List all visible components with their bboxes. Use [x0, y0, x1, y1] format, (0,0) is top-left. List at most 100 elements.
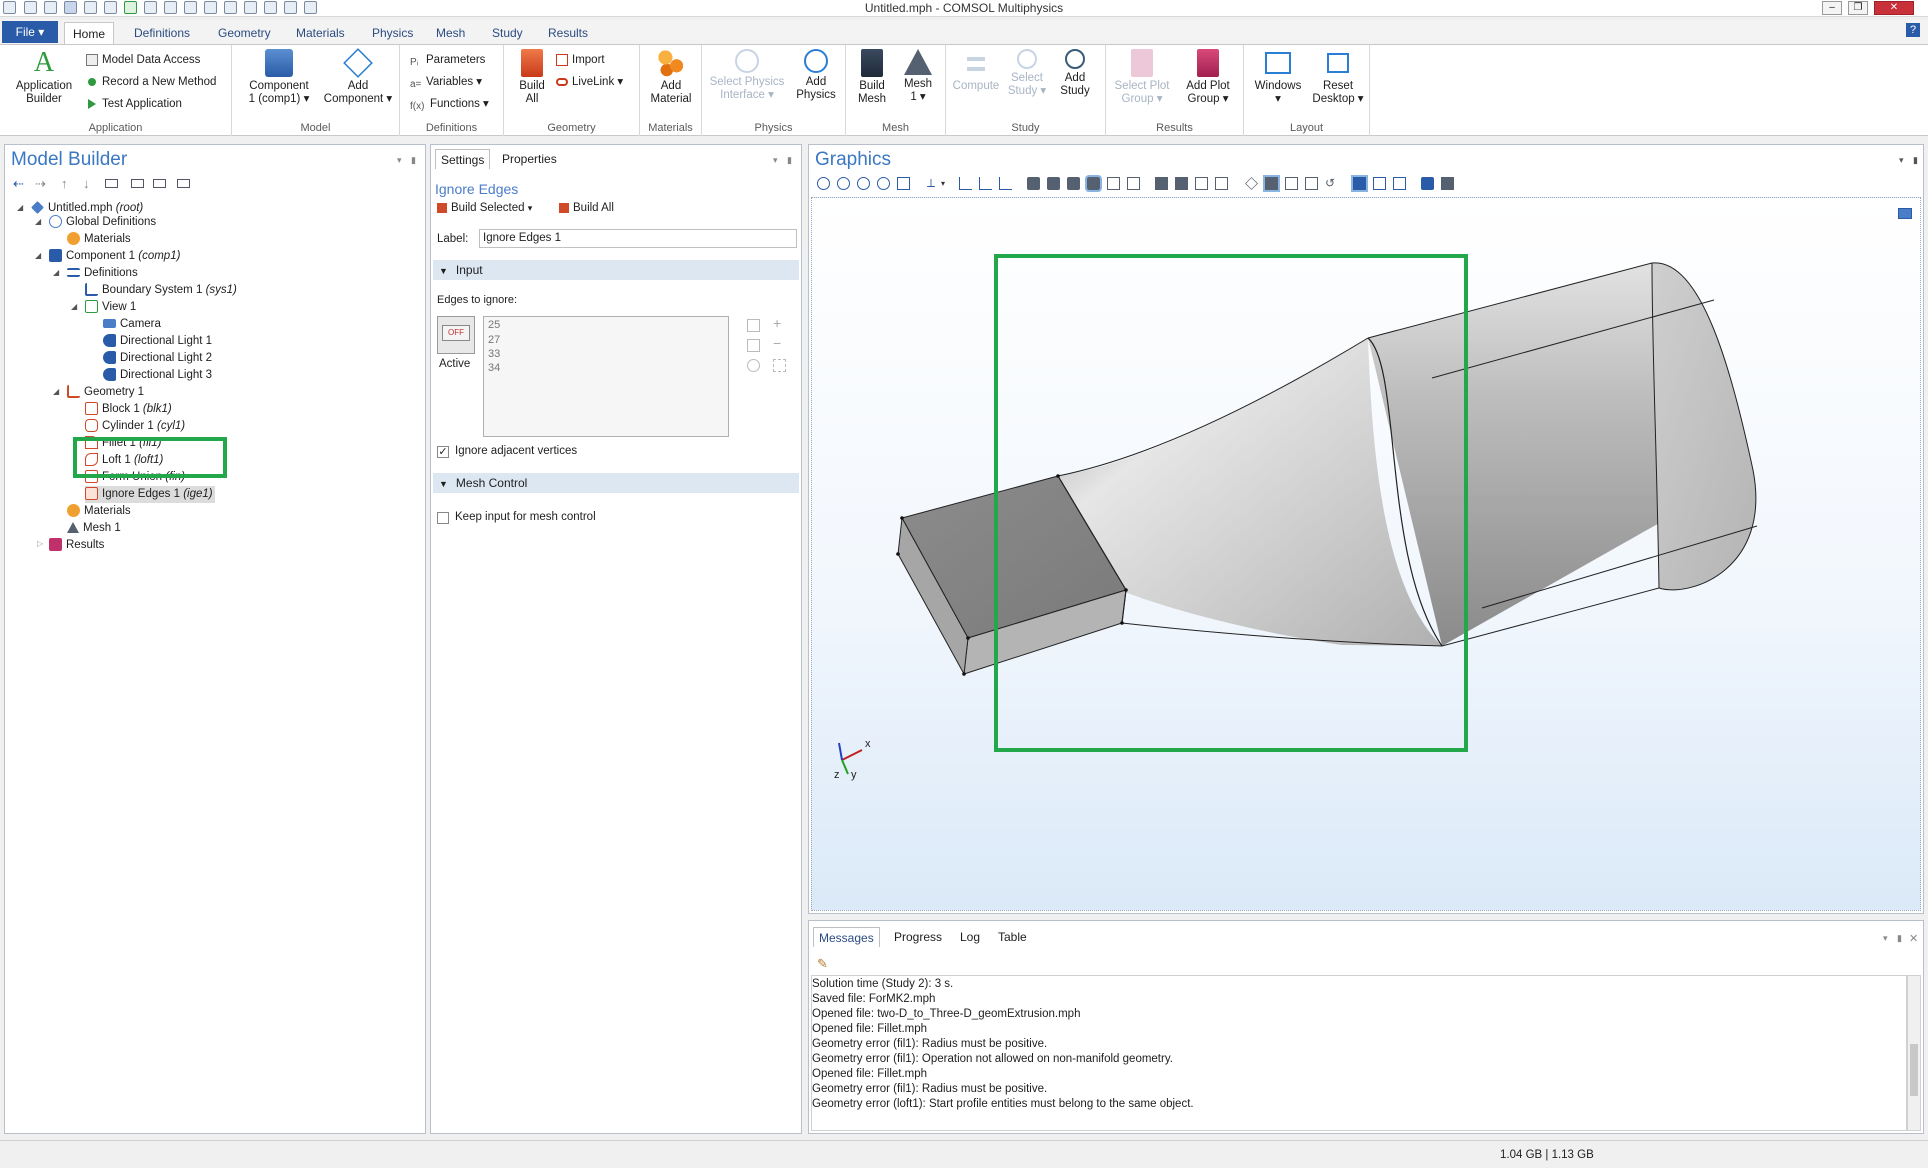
select-edges-icon[interactable] [1085, 175, 1102, 192]
tab-materials[interactable]: Materials [288, 22, 353, 44]
tree-item-light-1[interactable]: Directional Light 1 [103, 333, 212, 350]
build-selected-button[interactable]: Build Selected ▾ [437, 199, 532, 217]
expand-global-icon[interactable]: ◢ [35, 217, 41, 226]
tree-item-global-materials[interactable]: Materials [67, 231, 131, 248]
reset-view-icon[interactable]: ↺ [1325, 177, 1338, 190]
expand-results-icon[interactable]: ▷ [37, 539, 43, 548]
add-plot-group-button[interactable]: Add Plot Group ▾ [1176, 49, 1240, 106]
add-physics-button[interactable]: Add Physics [792, 49, 840, 102]
forward-arrow-icon[interactable]: ⇢ [35, 177, 48, 190]
file-menu-button[interactable]: File ▾ [2, 21, 58, 43]
zoom-selected-icon[interactable] [877, 177, 890, 190]
select-box-icon[interactable] [1215, 177, 1228, 190]
label-field[interactable]: Ignore Edges 1 [479, 229, 797, 248]
edges-list[interactable]: 25 27 33 34 [483, 316, 729, 437]
add-material-button[interactable]: Add Material [644, 49, 698, 106]
build-mesh-button[interactable]: Build Mesh [850, 49, 894, 106]
expand-geometry-icon[interactable]: ◢ [53, 387, 59, 396]
build-all-button[interactable]: Build All [510, 49, 554, 106]
expand-all-icon[interactable] [153, 179, 166, 188]
edge-item[interactable]: 25 [484, 317, 728, 333]
view-yz-icon[interactable] [979, 177, 992, 190]
zoom-box-icon[interactable] [857, 177, 870, 190]
expand-root-icon[interactable]: ◢ [17, 203, 23, 212]
clear-messages-icon[interactable]: ✎ [817, 957, 830, 970]
tree-item-light-3[interactable]: Directional Light 3 [103, 367, 212, 384]
minimize-button[interactable]: – [1822, 1, 1842, 15]
reset-hiding-icon[interactable] [1195, 177, 1208, 190]
collapse-mesh-control-icon[interactable]: ▼ [439, 479, 448, 489]
application-builder-button[interactable]: A Application Builder [8, 49, 80, 106]
grid-icon[interactable] [1305, 177, 1318, 190]
tab-home[interactable]: Home [64, 22, 115, 44]
select-plot-group-button[interactable]: Select Plot Group ▾ [1110, 49, 1174, 106]
tree-item-light-2[interactable]: Directional Light 2 [103, 350, 212, 367]
build-selected-dropdown-icon[interactable]: ▾ [528, 203, 533, 213]
zoom-out-icon[interactable] [837, 177, 850, 190]
select-domains-icon[interactable] [1047, 177, 1060, 190]
panel-menu-icon[interactable]: ▾ [773, 155, 786, 168]
tab-settings-panel[interactable]: Settings [435, 149, 491, 169]
image-snapshot-icon[interactable] [1421, 177, 1434, 190]
panel-menu-icon[interactable]: ▾ [1899, 155, 1912, 168]
panel-menu-icon[interactable]: ▾ [1883, 933, 1896, 946]
component-button[interactable]: Component 1 (comp1) ▾ [240, 49, 318, 106]
print-graphics-icon[interactable] [1441, 177, 1454, 190]
move-down-icon[interactable]: ↓ [83, 177, 96, 190]
tab-messages[interactable]: Messages [813, 927, 880, 947]
scene-light-icon[interactable] [1245, 177, 1258, 190]
tree-item-camera[interactable]: Camera [103, 316, 161, 333]
add-study-button[interactable]: Add Study [1052, 49, 1098, 98]
zoom-to-selection-icon[interactable] [747, 359, 760, 372]
graphics-canvas[interactable]: x y z [811, 197, 1921, 911]
tab-definitions[interactable]: Definitions [126, 22, 198, 44]
wireframe-icon[interactable] [1285, 177, 1298, 190]
tab-geometry[interactable]: Geometry [210, 22, 279, 44]
close-button[interactable]: ✕ [1874, 1, 1914, 15]
tree-item-cylinder[interactable]: Cylinder 1 (cyl1) [85, 418, 185, 435]
transparency-icon[interactable] [1263, 175, 1280, 192]
tree-item-geometry[interactable]: Geometry 1 [67, 384, 144, 401]
tree-item-global-definitions[interactable]: Global Definitions [49, 214, 156, 231]
clear-selection-icon[interactable] [773, 359, 786, 372]
help-button[interactable]: ? [1906, 23, 1920, 37]
add-icon[interactable]: + [773, 316, 786, 330]
move-up-icon[interactable]: ↑ [61, 177, 74, 190]
expand-view-icon[interactable]: ◢ [71, 302, 77, 311]
functions-button[interactable]: f(x) Functions ▾ [410, 95, 489, 113]
tree-item-block[interactable]: Block 1 (blk1) [85, 401, 172, 418]
clear-selection-icon[interactable] [1127, 177, 1140, 190]
copy-selection-icon[interactable] [747, 319, 760, 332]
cylinder-end-cap[interactable] [1651, 262, 1757, 591]
tab-properties-panel[interactable]: Properties [497, 149, 562, 169]
messages-scrollbar[interactable] [1907, 975, 1921, 1131]
select-physics-interface-button[interactable]: Select Physics Interface ▾ [706, 49, 788, 102]
paste-selection-icon[interactable] [747, 339, 760, 352]
zoom-in-icon[interactable] [817, 177, 830, 190]
parameters-button[interactable]: Pᵢ Parameters [410, 51, 485, 69]
edge-item[interactable]: 27 [484, 333, 728, 347]
tree-item-mesh[interactable]: Mesh 1 [67, 520, 121, 537]
tab-study[interactable]: Study [484, 22, 531, 44]
panel-menu-icon[interactable]: ▾ [397, 155, 410, 168]
select-study-button[interactable]: Select Study ▾ [1004, 49, 1050, 98]
tree-item-materials[interactable]: Materials [67, 503, 131, 520]
ignore-vertices-checkbox[interactable]: ✓ [437, 446, 449, 458]
expand-definitions-icon[interactable]: ◢ [53, 268, 59, 277]
close-panel-icon[interactable]: ✕ [1909, 932, 1922, 945]
record-method-button[interactable]: Record a New Method [86, 73, 216, 91]
tab-table[interactable]: Table [993, 927, 1032, 947]
remove-icon[interactable]: − [773, 336, 786, 350]
select-objects-icon[interactable] [1027, 177, 1040, 190]
keep-input-checkbox[interactable] [437, 512, 449, 524]
show-icon[interactable] [105, 179, 118, 188]
pin-icon[interactable]: ▮ [1913, 155, 1926, 168]
view-zx-icon[interactable] [999, 177, 1012, 190]
tree-item-ignore-edges[interactable]: Ignore Edges 1 (ige1) [85, 486, 215, 503]
input-section-header[interactable]: ▼ Input [433, 260, 799, 280]
back-arrow-icon[interactable]: ⇠ [13, 177, 26, 190]
split-view-icon[interactable] [1373, 177, 1386, 190]
mesh-1-button[interactable]: Mesh 1 ▾ [896, 49, 940, 104]
mesh-control-section-header[interactable]: ▼ Mesh Control [433, 473, 799, 493]
livelink-button[interactable]: LiveLink ▾ [556, 73, 623, 91]
